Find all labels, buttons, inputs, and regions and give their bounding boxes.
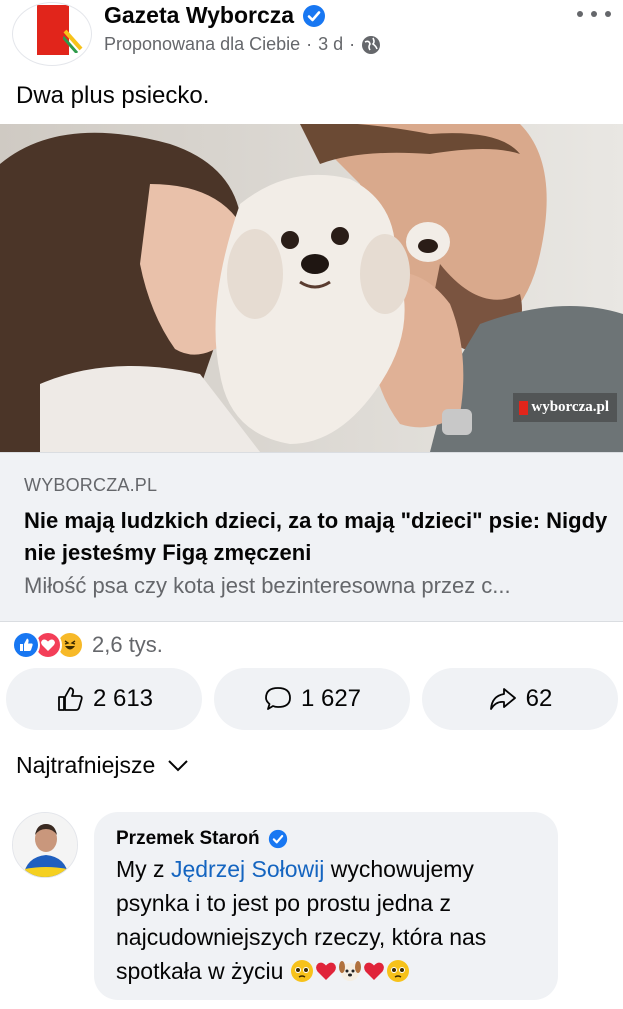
post-header: Gazeta Wyborcza Proponowana dla Ciebie ·… xyxy=(0,0,623,78)
page-name-text[interactable]: Gazeta Wyborcza xyxy=(104,2,294,29)
verified-badge-icon xyxy=(268,829,287,849)
comment-bubble: Przemek Staroń My z Jędrzej Sołowij wych… xyxy=(94,812,558,1000)
post-time[interactable]: 3 d xyxy=(318,34,343,55)
post-text: Dwa plus psiecko. xyxy=(16,82,210,109)
link-preview-image[interactable]: wyborcza.pl xyxy=(0,124,623,452)
like-count: 2 613 xyxy=(92,685,154,712)
reactions-summary[interactable]: 2,6 tys. xyxy=(12,630,163,660)
comment-count: 1 627 xyxy=(300,685,362,712)
comment-mention-link[interactable]: Jędrzej Sołowij xyxy=(171,856,324,882)
globe-icon xyxy=(362,35,381,54)
logo-accent-icon xyxy=(63,29,83,53)
watermark-logo-icon xyxy=(519,400,529,415)
thumbs-up-icon xyxy=(58,687,83,711)
comment-author[interactable]: Przemek Staroń xyxy=(116,828,288,850)
link-preview-card[interactable]: WYBORCZA.PL Nie mają ludzkich dzieci, za… xyxy=(0,452,623,622)
page-name[interactable]: Gazeta Wyborcza xyxy=(104,2,326,29)
share-button[interactable]: 62 xyxy=(422,668,618,730)
meta-separator: · xyxy=(349,34,356,54)
like-reaction-icon xyxy=(12,631,40,659)
sort-label: Najtrafniejsze xyxy=(16,752,156,778)
post-meta: Proponowana dla Ciebie · 3 d · xyxy=(104,34,381,55)
share-count: 62 xyxy=(525,685,553,712)
more-options-icon[interactable] xyxy=(577,4,611,24)
image-watermark: wyborcza.pl xyxy=(513,393,617,422)
dog-face-icon xyxy=(338,961,361,981)
watermark-text: wyborcza.pl xyxy=(531,399,609,415)
red-heart-icon xyxy=(315,962,336,980)
verified-badge-icon xyxy=(303,4,326,27)
reaction-count[interactable]: 2,6 tys. xyxy=(92,632,163,658)
comment-sort-dropdown[interactable]: Najtrafniejsze xyxy=(16,752,189,779)
like-button[interactable]: 2 613 xyxy=(6,668,202,730)
red-heart-icon xyxy=(363,962,384,980)
comment-text: My z Jędrzej Sołowij wychowujemy psynka … xyxy=(116,852,546,988)
pleading-face-icon xyxy=(386,960,409,982)
link-domain: WYBORCZA.PL xyxy=(24,475,158,495)
comment-text-part: My z xyxy=(116,856,171,882)
commenter-avatar[interactable] xyxy=(12,812,78,878)
share-arrow-icon xyxy=(489,688,516,710)
comment-button[interactable]: 1 627 xyxy=(214,668,410,730)
page-avatar[interactable] xyxy=(12,2,92,66)
comment-author-name[interactable]: Przemek Staroń xyxy=(116,828,260,850)
pleading-face-icon xyxy=(290,960,313,982)
meta-separator: · xyxy=(306,34,313,54)
comment-icon xyxy=(265,687,291,710)
commenter-photo xyxy=(13,813,77,877)
link-description: Miłość psa czy kota jest bezinteresowna … xyxy=(24,573,511,598)
chevron-down-icon xyxy=(168,759,189,771)
suggested-label: Proponowana dla Ciebie xyxy=(104,34,301,54)
post-actions: 2 613 1 627 62 xyxy=(6,668,618,730)
link-title[interactable]: Nie mają ludzkich dzieci, za to mają "dz… xyxy=(24,505,614,569)
